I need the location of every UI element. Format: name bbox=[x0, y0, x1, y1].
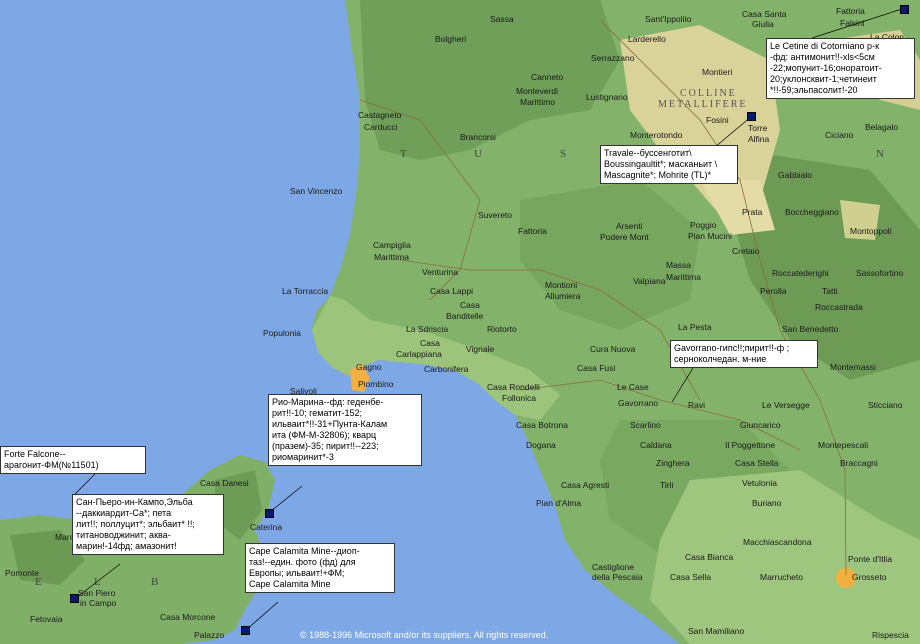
callout-line: Travale--буссенготит\ bbox=[604, 148, 692, 158]
copyright-notice: © 1988-1996 Microsoft and/or its supplie… bbox=[300, 630, 549, 640]
callout-le-cetine: Le Cetine di Cotorniano р-к -фд: антимони… bbox=[766, 38, 915, 99]
callout-line: Forte Falcone-- bbox=[4, 449, 66, 459]
callout-line: Cape Calamita Mine bbox=[249, 579, 331, 589]
callout-line: Gavorrano-гипс!!;пирит!!-ф ; bbox=[674, 343, 790, 353]
callout-gavorrano: Gavorrano-гипс!!;пирит!!-ф ; сернокол­чед… bbox=[670, 340, 818, 368]
callout-line: Европы; ильваит!+ФМ; bbox=[249, 568, 345, 578]
callout-line: (празем)-35; пирит!!--223; bbox=[272, 441, 379, 451]
callout-line: Boussingaultit*; масканьит \ bbox=[604, 159, 718, 169]
callout-line: -22;мопунит-16;оноратоит- bbox=[770, 63, 882, 73]
callout-line: таз!--един. фото (фд) для bbox=[249, 557, 356, 567]
callout-forte-falcone: Forte Falcone-- арагонит-ФМ(№11501) bbox=[0, 446, 146, 474]
callout-line: лит!!; поллуцит*; эльбаит* !!; bbox=[76, 519, 195, 529]
locality-marker-rio-marina[interactable] bbox=[265, 509, 274, 518]
locality-marker-san-piero[interactable] bbox=[70, 594, 79, 603]
callout-line: ильваит*!!-31+Пунта-Калам bbox=[272, 419, 388, 429]
locality-marker-travale[interactable] bbox=[747, 112, 756, 121]
callout-line: Cape Calamita Mine--диоп- bbox=[249, 546, 360, 556]
callout-line: арагонит-ФМ(№11501) bbox=[4, 460, 99, 470]
callout-line: --даккиардит-Са*; пета bbox=[76, 508, 172, 518]
callout-line: Le Cetine di Cotorniano р-к bbox=[770, 41, 880, 51]
callout-line: 20;уклонсквит-1;четинеит bbox=[770, 74, 877, 84]
callout-cape-calamita: Cape Calamita Mine--диоп-таз!--един. фот… bbox=[245, 543, 395, 593]
callout-line: ита (ФМ-М-32806); кварц bbox=[272, 430, 377, 440]
callout-line: сернокол­чедан. м-ние bbox=[674, 354, 767, 364]
callout-line: риомаринит*-3 bbox=[272, 452, 334, 462]
map-canvas[interactable]: Sassa Sant'Ippolito Casa Santa Giulia Fattor… bbox=[0, 0, 920, 644]
callout-line: -фд: антимонит!!-xls<5см bbox=[770, 52, 875, 62]
callout-travale: Travale--буссенготит\ Boussingaultit*; ма… bbox=[600, 145, 738, 184]
callout-line: марин!-14фд; амазонит! bbox=[76, 541, 177, 551]
callout-rio-marina: Рио-Марина--фд: геденбе-рит!!-10; гемати… bbox=[268, 394, 422, 466]
callout-line: рит!!-10; гематит-152; bbox=[272, 408, 363, 418]
callout-san-piero: Сан-Пьеро-ин-Кампо,Эльба --даккиардит-Са*… bbox=[72, 494, 224, 555]
callout-line: *!!-59;эльпасолит!-20 bbox=[770, 85, 858, 95]
callout-line: титановоджинит; аква- bbox=[76, 530, 171, 540]
callout-line: Рио-Марина--фд: геденбе- bbox=[272, 397, 384, 407]
callout-line: Mascagnite*; Mohrite (TL)* bbox=[604, 170, 712, 180]
locality-marker-calamita[interactable] bbox=[241, 626, 250, 635]
callout-line: Сан-Пьеро-ин-Кампо,Эльба bbox=[76, 497, 193, 507]
locality-marker-cetine[interactable] bbox=[900, 5, 909, 14]
